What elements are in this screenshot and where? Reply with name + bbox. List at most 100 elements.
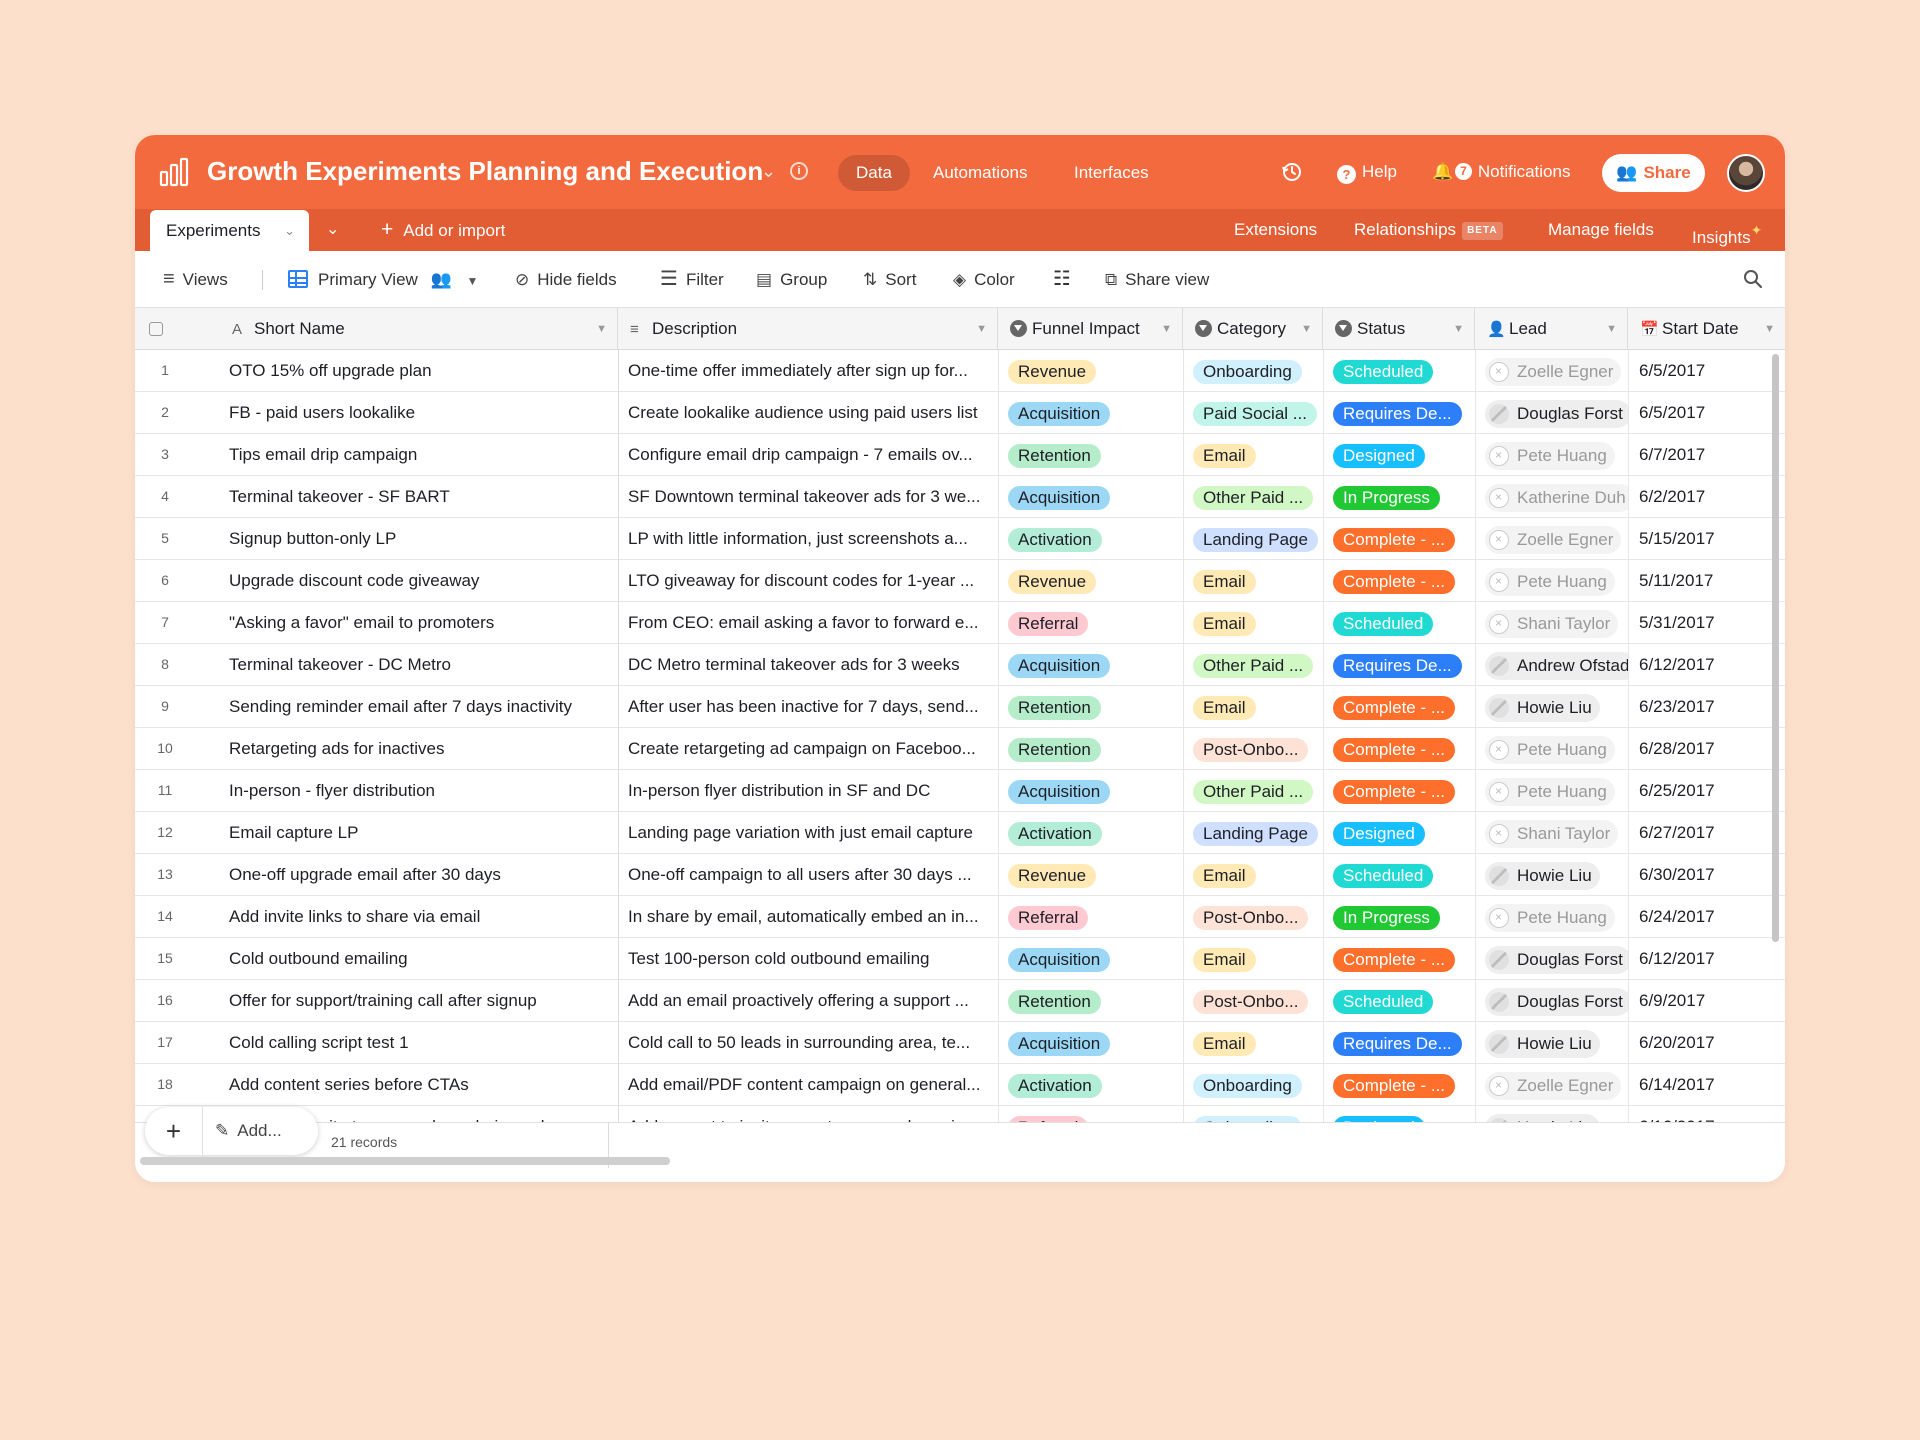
cell-description[interactable]: SF Downtown terminal takeover ads for 3 … — [618, 476, 998, 518]
cell-status[interactable]: Complete - ... — [1323, 938, 1475, 980]
cell-short-name[interactable]: FB - paid users lookalike — [220, 392, 610, 433]
chevron-down-icon[interactable]: ▼ — [1161, 308, 1172, 350]
cell-lead[interactable]: Shani Taylor — [1475, 602, 1628, 644]
cell-lead[interactable]: Andrew Ofstad — [1475, 644, 1628, 686]
table-row[interactable]: 7 "Asking a favor" email to promoters From… — [135, 602, 1785, 644]
cell-description[interactable]: In share by email, automatically embed a… — [618, 896, 998, 938]
table-row[interactable]: 9 Sending reminder email after 7 days ina… — [135, 686, 1785, 728]
table-row[interactable]: 3 Tips email drip campaign Configure email… — [135, 434, 1785, 476]
cell-start-date[interactable]: 6/25/2017 — [1628, 770, 1768, 812]
cell-start-date[interactable]: 6/2/2017 — [1628, 476, 1768, 518]
column-header-category[interactable]: Category ▼ — [1183, 308, 1323, 350]
chevron-down-icon[interactable]: ⌄ — [761, 161, 776, 182]
cell-description[interactable]: LTO giveaway for discount codes for 1-ye… — [618, 560, 998, 602]
cell-status[interactable]: Complete - ... — [1323, 686, 1475, 728]
cell-status[interactable]: Complete - ... — [1323, 770, 1475, 812]
cell-description[interactable]: Test 100-person cold outbound emailing — [618, 938, 998, 980]
cell-funnel-impact[interactable]: Acquisition — [998, 476, 1183, 518]
cell-description[interactable]: In-person flyer distribution in SF and D… — [618, 770, 998, 812]
cell-short-name[interactable]: Tips email drip campaign — [220, 434, 610, 475]
cell-lead[interactable]: Katherine Duh — [1475, 476, 1628, 518]
cell-status[interactable]: In Progress — [1323, 896, 1475, 938]
cell-category[interactable]: Other Paid ... — [1183, 770, 1333, 812]
cell-status[interactable]: In Progress — [1323, 476, 1475, 518]
column-header-start-date[interactable]: 📅 Start Date ▼ — [1628, 308, 1785, 350]
cell-start-date[interactable]: 6/12/2017 — [1628, 644, 1768, 686]
cell-start-date[interactable]: 6/28/2017 — [1628, 728, 1768, 770]
cell-category[interactable]: Onboarding — [1183, 1064, 1333, 1106]
cell-category[interactable]: Email — [1183, 602, 1333, 644]
cell-category[interactable]: Post-Onbo... — [1183, 896, 1333, 938]
cell-short-name[interactable]: Retargeting ads for inactives — [220, 728, 610, 769]
cell-short-name[interactable]: Add invite links to share via email — [220, 896, 610, 937]
cell-funnel-impact[interactable]: Referral — [998, 896, 1183, 938]
chevron-down-icon[interactable]: ▼ — [1606, 308, 1617, 350]
cell-description[interactable]: Add email/PDF content campaign on genera… — [618, 1064, 998, 1106]
views-button[interactable]: ≡ Views — [163, 251, 228, 308]
table-row[interactable]: 18 Add content series before CTAs Add emai… — [135, 1064, 1785, 1106]
user-avatar[interactable] — [1727, 154, 1765, 192]
cell-short-name[interactable]: Add content series before CTAs — [220, 1064, 610, 1105]
table-row[interactable]: 10 Retargeting ads for inactives Create re… — [135, 728, 1785, 770]
cell-status[interactable]: Designed — [1323, 434, 1475, 476]
cell-funnel-impact[interactable]: Acquisition — [998, 644, 1183, 686]
cell-category[interactable]: Onboarding — [1183, 350, 1333, 392]
cell-lead[interactable]: Zoelle Egner — [1475, 1064, 1628, 1106]
cell-lead[interactable]: Pete Huang — [1475, 434, 1628, 476]
cell-lead[interactable]: Pete Huang — [1475, 560, 1628, 602]
cell-short-name[interactable]: Upgrade discount code giveaway — [220, 560, 610, 601]
cell-description[interactable]: Create retargeting ad campaign on Facebo… — [618, 728, 998, 770]
cell-funnel-impact[interactable]: Retention — [998, 980, 1183, 1022]
notifications-button[interactable]: 🔔 7 Notifications — [1432, 157, 1570, 187]
extensions-button[interactable]: Extensions — [1234, 209, 1317, 251]
base-title[interactable]: Growth Experiments Planning and Executio… — [207, 156, 763, 187]
share-view-button[interactable]: ⧉ Share view — [1105, 251, 1209, 308]
cell-short-name[interactable]: Cold outbound emailing — [220, 938, 610, 979]
chevron-down-icon[interactable]: ▼ — [1764, 308, 1775, 350]
select-all-checkbox[interactable] — [149, 322, 163, 336]
cell-short-name[interactable]: Terminal takeover - SF BART — [220, 476, 610, 517]
tab-data[interactable]: Data — [838, 155, 910, 191]
cell-category[interactable]: Landing Page — [1183, 518, 1333, 560]
cell-description[interactable]: After user has been inactive for 7 days,… — [618, 686, 998, 728]
cell-status[interactable]: Requires De... — [1323, 392, 1475, 434]
cell-lead[interactable]: Howie Liu — [1475, 686, 1628, 728]
cell-status[interactable]: Requires De... — [1323, 1022, 1475, 1064]
cell-start-date[interactable]: 6/20/2017 — [1628, 1022, 1768, 1064]
cell-description[interactable]: One-time offer immediately after sign up… — [618, 350, 998, 392]
cell-start-date[interactable]: 6/5/2017 — [1628, 392, 1768, 434]
cell-start-date[interactable]: 6/7/2017 — [1628, 434, 1768, 476]
cell-lead[interactable]: Pete Huang — [1475, 896, 1628, 938]
cell-short-name[interactable]: "Asking a favor" email to promoters — [220, 602, 610, 643]
cell-category[interactable]: Post-Onbo... — [1183, 980, 1333, 1022]
table-row[interactable]: 6 Upgrade discount code giveaway LTO givea… — [135, 560, 1785, 602]
color-button[interactable]: ◈ Color — [953, 251, 1015, 308]
tables-menu-chevron-icon[interactable]: ⌄ — [326, 209, 339, 251]
chevron-down-icon[interactable]: ⌄ — [284, 210, 295, 251]
cell-description[interactable]: Cold call to 50 leads in surrounding are… — [618, 1022, 998, 1064]
cell-lead[interactable]: Zoelle Egner — [1475, 350, 1628, 392]
cell-lead[interactable]: Pete Huang — [1475, 728, 1628, 770]
cell-status[interactable]: Scheduled — [1323, 854, 1475, 896]
chevron-down-icon[interactable]: ▼ — [596, 308, 607, 350]
cell-start-date[interactable]: 6/14/2017 — [1628, 1064, 1768, 1106]
cell-funnel-impact[interactable]: Acquisition — [998, 938, 1183, 980]
cell-lead[interactable]: Pete Huang — [1475, 770, 1628, 812]
table-row[interactable]: 5 Signup button-only LP LP with little inf… — [135, 518, 1785, 560]
cell-description[interactable]: LP with little information, just screens… — [618, 518, 998, 560]
cell-start-date[interactable]: 6/5/2017 — [1628, 350, 1768, 392]
help-button[interactable]: ? Help — [1337, 157, 1397, 187]
cell-funnel-impact[interactable]: Retention — [998, 434, 1183, 476]
cell-short-name[interactable]: Cold calling script test 1 — [220, 1022, 610, 1063]
cell-start-date[interactable]: 6/27/2017 — [1628, 812, 1768, 854]
info-icon[interactable]: i — [790, 162, 808, 180]
cell-category[interactable]: Email — [1183, 560, 1333, 602]
table-row[interactable]: 1 OTO 15% off upgrade plan One-time offer … — [135, 350, 1785, 392]
cell-lead[interactable]: Douglas Forst — [1475, 938, 1628, 980]
cell-lead[interactable]: Douglas Forst — [1475, 980, 1628, 1022]
cell-lead[interactable]: Howie Liu — [1475, 1022, 1628, 1064]
column-header-short-name[interactable]: A Short Name ▼ — [220, 308, 618, 350]
cell-category[interactable]: Post-Onbo... — [1183, 728, 1333, 770]
row-height-button[interactable]: ☷ — [1053, 251, 1071, 308]
cell-description[interactable]: DC Metro terminal takeover ads for 3 wee… — [618, 644, 998, 686]
